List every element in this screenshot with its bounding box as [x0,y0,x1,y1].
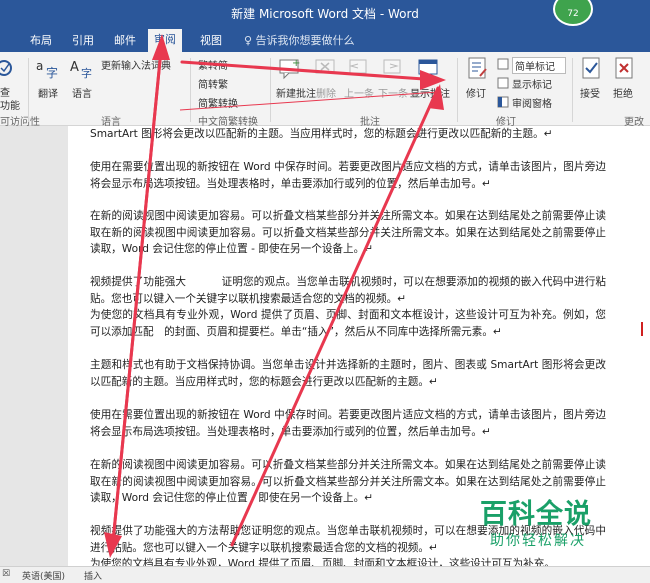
annotation-arrows [104,34,446,558]
arrowhead-down [104,532,122,558]
arrow-line [180,60,440,82]
arrow-line [110,38,164,554]
arrowhead-right [420,70,446,90]
arrowhead-top [428,84,444,110]
arrow-line [230,86,440,547]
thin-arrow-line [179,91,439,111]
